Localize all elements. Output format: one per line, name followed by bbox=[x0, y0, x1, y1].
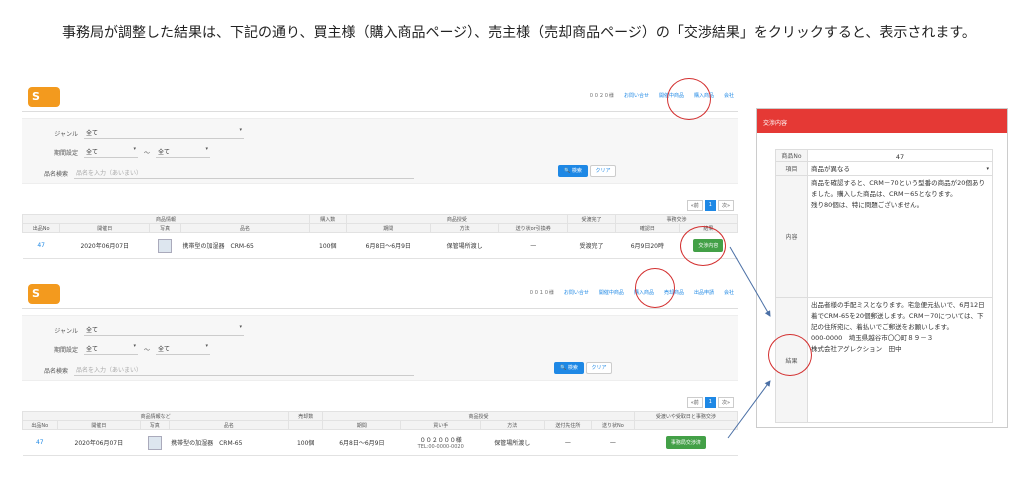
arrow-line-2 bbox=[727, 380, 771, 439]
annotation-arrows bbox=[727, 246, 771, 439]
arrow-line-1 bbox=[729, 246, 771, 317]
